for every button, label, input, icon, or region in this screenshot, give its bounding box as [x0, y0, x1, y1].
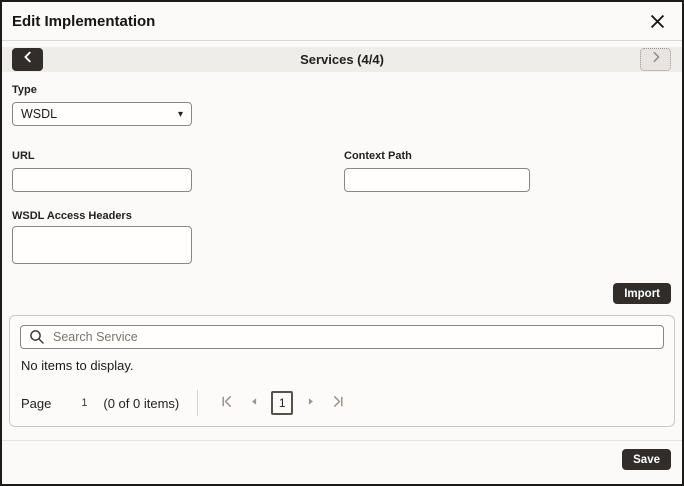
- stepper-title: Services (4/4): [300, 52, 384, 67]
- type-select[interactable]: WSDL ▾: [12, 102, 192, 126]
- empty-list-message: No items to display.: [21, 358, 134, 373]
- pagination-divider: [197, 390, 199, 416]
- items-summary: (0 of 0 items): [103, 395, 180, 411]
- next-page-button[interactable]: [298, 391, 322, 415]
- wsdl-access-headers-input[interactable]: [12, 226, 192, 264]
- context-path-label: Context Path: [344, 150, 412, 162]
- pagination: Page 1 (0 of 0 items) 1: [21, 390, 664, 416]
- type-label: Type: [12, 84, 37, 96]
- page-title: Edit Implementation: [12, 13, 156, 30]
- url-label: URL: [12, 150, 35, 162]
- first-page-button[interactable]: [214, 391, 238, 415]
- close-button[interactable]: [644, 10, 670, 36]
- page-number-input[interactable]: 1: [79, 397, 89, 409]
- previous-page-icon: [248, 395, 261, 411]
- chevron-down-icon: ▾: [177, 108, 183, 120]
- close-icon: [648, 12, 667, 34]
- import-button[interactable]: Import: [613, 283, 671, 304]
- page-label: Page: [21, 395, 52, 411]
- edit-implementation-dialog: Edit Implementation Services (4/4) Type …: [0, 0, 684, 486]
- title-divider: [2, 40, 682, 41]
- first-page-icon: [219, 394, 234, 412]
- save-button[interactable]: Save: [622, 449, 671, 470]
- chevron-left-icon: [21, 50, 35, 69]
- search-icon: [29, 329, 45, 345]
- chevron-right-icon: [649, 50, 663, 69]
- current-page-indicator[interactable]: 1: [271, 391, 294, 415]
- service-list-panel: No items to display. Page 1 (0 of 0 item…: [9, 315, 675, 427]
- url-input[interactable]: [12, 168, 192, 192]
- next-step-button[interactable]: [640, 48, 671, 71]
- previous-page-button[interactable]: [242, 391, 266, 415]
- context-path-input[interactable]: [344, 168, 530, 192]
- last-page-button[interactable]: [326, 391, 350, 415]
- wsdl-access-headers-label: WSDL Access Headers: [12, 210, 132, 222]
- type-select-value: WSDL: [21, 107, 58, 121]
- previous-step-button[interactable]: [12, 48, 43, 71]
- last-page-icon: [331, 394, 346, 412]
- footer-divider: [2, 440, 682, 441]
- search-field[interactable]: [20, 325, 664, 349]
- search-input[interactable]: [53, 330, 655, 344]
- next-page-icon: [304, 395, 317, 411]
